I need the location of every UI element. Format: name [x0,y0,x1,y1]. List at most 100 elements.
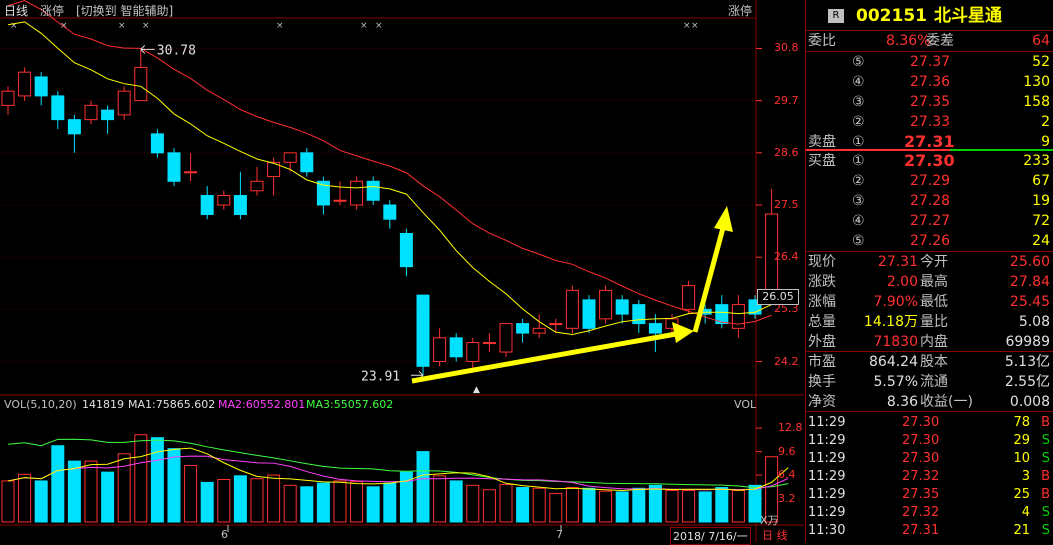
volume-bar [200,481,214,523]
candle-body [233,195,247,215]
candle-body [682,285,696,310]
level-marker: ⑤ [852,233,865,249]
limit-up-marker: × [375,21,383,31]
tick-row[interactable]: 11:29 27.32 3 B [806,468,1053,486]
tick-time: 11:29 [808,433,846,448]
volume-bar [366,486,380,523]
stock-header: R 002151 北斗星通 [806,6,1053,28]
volume-bar [582,487,596,523]
level-marker: ② [852,114,865,130]
buy-level-row[interactable]: 买盘 ① 27.30 233 [806,151,1053,171]
vol-right-label: VOL [734,398,757,411]
vol-tick-label: 9.6 [778,444,796,458]
sell-level-row[interactable]: ③ 27.35 158 [806,92,1053,112]
tick-price: 27.32 [902,505,940,520]
tick-price: 27.32 [902,469,940,484]
stats-row: 总量 14.18万 量比 5.08 [806,312,1053,332]
tick-price: 27.35 [902,487,940,502]
tick-price: 27.30 [902,451,940,466]
volume-bar [1,480,15,523]
volume-bar [134,434,148,523]
buy-volume: 67 [1032,173,1050,189]
candle-body [433,337,447,363]
stat-value: 864.24 [869,354,918,370]
tick-side: S [1041,523,1050,538]
candle-body [283,152,297,163]
volume-bar [665,489,679,523]
candle-body [250,180,264,192]
candle-body [333,199,347,202]
price-tick-label: 24.2 [774,354,799,368]
r-badge[interactable]: R [828,9,844,23]
candle-body [599,289,613,320]
volume-bar [615,491,629,523]
weibi-value: 8.36% [886,33,931,49]
buy-level-row[interactable]: ⑤ 27.26 24 [806,231,1053,251]
weicha-label: 委差 [926,33,954,49]
limit-up-marker: × [10,21,18,31]
tick-side: S [1041,433,1050,448]
kline-chart-svg[interactable]: × × × × × × × × ×30.7823.91▲ [0,0,804,542]
stat-value: 71830 [873,334,918,350]
vol-unit: X万 [760,514,779,527]
stat-label: 净资 [808,394,836,410]
candle-body [184,171,198,174]
candle-body [615,299,629,315]
buy-level-row[interactable]: ③ 27.28 19 [806,191,1053,211]
tick-time: 11:29 [808,469,846,484]
period-box[interactable]: 日 线 [762,527,788,543]
stat-label: 市盈 [808,354,836,370]
stat-label: 现价 [808,254,836,270]
level-marker: ③ [852,193,865,209]
volume-bar [532,487,546,523]
tick-row[interactable]: 11:29 27.32 4 S [806,504,1053,522]
tick-row[interactable]: 11:29 27.30 78 B [806,414,1053,432]
buy-level-row[interactable]: ④ 27.27 72 [806,211,1053,231]
candle-body [67,119,81,135]
candle-body [516,323,530,334]
kline-chart-area[interactable]: × × × × × × × × × 30.78 23.91 ▲ 日线 涨停 [切换到 智能辅助] 涨停… [0,0,804,545]
switch-assist-link[interactable]: [切换到 智能辅助] [76,2,173,19]
sell-level-row[interactable]: ④ 27.36 130 [806,72,1053,92]
volume-bar [233,475,247,523]
buy-level-row[interactable]: ② 27.29 67 [806,171,1053,191]
stats2-row: 换手 5.57% 流通 2.55亿 [806,372,1053,392]
level-marker: ② [852,173,865,189]
stock-name: 北斗星通 [934,6,1002,26]
sell-volume: 2 [1041,114,1050,130]
volume-bar [267,474,281,523]
tick-row[interactable]: 11:30 27.31 21 S [806,522,1053,540]
high-marker-label: 30.78 [157,43,196,58]
stat-label: 换手 [808,374,836,390]
buy-label: 买盘 [808,153,836,169]
tick-price: 27.31 [902,523,940,538]
volume-bar [67,460,81,523]
tick-volume: 25 [1013,487,1030,502]
tick-row[interactable]: 11:29 27.35 25 B [806,486,1053,504]
volume-bar [516,487,530,523]
volume-bar [283,484,297,523]
period-label[interactable]: 日线 [4,2,28,19]
vol-indicator-name[interactable]: VOL(5,10,20) [4,398,77,411]
level-marker: ④ [852,74,865,90]
volume-bar [300,486,314,523]
volume-bar [150,437,164,523]
sell-level-row[interactable]: ② 27.33 2 [806,112,1053,132]
candle-body [18,71,32,97]
candle-body [1,90,15,106]
tick-row[interactable]: 11:29 27.30 29 S [806,432,1053,450]
sell-level-row[interactable]: ⑤ 27.37 52 [806,52,1053,72]
limit-up-marker: × [276,21,284,31]
candle-body [648,323,662,334]
price-tick-label: 26.4 [774,250,799,264]
tick-side: B [1041,415,1050,430]
tick-row[interactable]: 11:29 27.30 10 S [806,450,1053,468]
volume-bar [383,482,397,523]
stat-label2: 量比 [920,314,948,330]
stat-value: 7.90% [873,294,918,310]
stats-row: 现价 27.31 今开 25.60 [806,252,1053,272]
volume-bar [715,487,729,523]
candle-body [482,342,496,345]
stats-row: 外盘 71830 内盘 69989 [806,332,1053,352]
volume-bar [466,484,480,523]
